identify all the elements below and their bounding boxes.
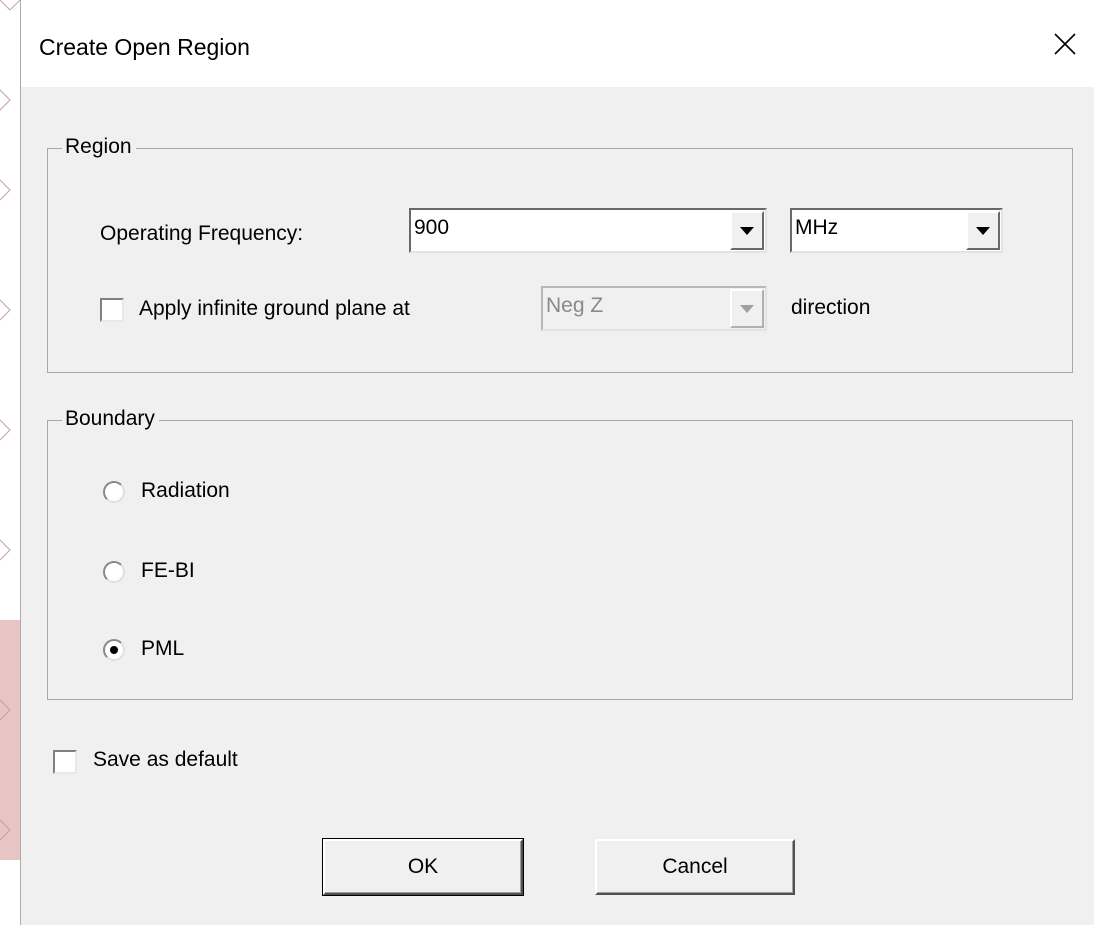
close-icon	[1054, 33, 1076, 55]
save-default-label: Save as default	[93, 748, 238, 771]
pml-label: PML	[141, 637, 185, 660]
chevron-down-icon	[976, 226, 990, 235]
ok-button[interactable]: OK	[322, 838, 524, 896]
ground-plane-label: Apply infinite ground plane at	[139, 297, 410, 320]
title-bar: Create Open Region	[21, 0, 1094, 87]
save-default-checkbox[interactable]	[53, 750, 77, 774]
frequency-combobox[interactable]: 900	[409, 208, 767, 253]
boundary-legend: Boundary	[62, 407, 159, 431]
chevron-down-icon	[740, 304, 754, 313]
close-button[interactable]	[1035, 14, 1094, 74]
radio-selected-dot	[110, 646, 118, 654]
fe-bi-label: FE-BI	[141, 559, 195, 582]
region-legend: Region	[62, 135, 136, 159]
radio-radiation[interactable]	[103, 481, 125, 503]
direction-label: direction	[791, 296, 871, 319]
ground-plane-checkbox[interactable]	[100, 298, 124, 322]
ground-plane-direction-dropdown-button[interactable]	[730, 289, 764, 328]
region-group	[47, 148, 1073, 373]
frequency-unit-dropdown-button[interactable]	[966, 211, 1000, 250]
cancel-button[interactable]: Cancel	[595, 839, 795, 895]
create-open-region-dialog: Create Open Region Region Operating Freq…	[20, 0, 1094, 925]
frequency-unit-value: MHz	[795, 216, 839, 239]
chevron-down-icon	[740, 226, 754, 235]
radio-pml[interactable]	[103, 639, 125, 661]
ground-plane-direction-combobox[interactable]: Neg Z	[541, 286, 767, 331]
ground-plane-direction-value: Neg Z	[546, 294, 604, 317]
operating-frequency-label: Operating Frequency:	[100, 222, 304, 245]
radio-fe-bi[interactable]	[103, 561, 125, 583]
boundary-group	[47, 420, 1073, 700]
dialog-title: Create Open Region	[39, 34, 250, 60]
radiation-label: Radiation	[141, 479, 230, 502]
frequency-dropdown-button[interactable]	[730, 211, 764, 250]
frequency-value: 900	[414, 216, 450, 239]
frequency-unit-combobox[interactable]: MHz	[790, 208, 1003, 253]
